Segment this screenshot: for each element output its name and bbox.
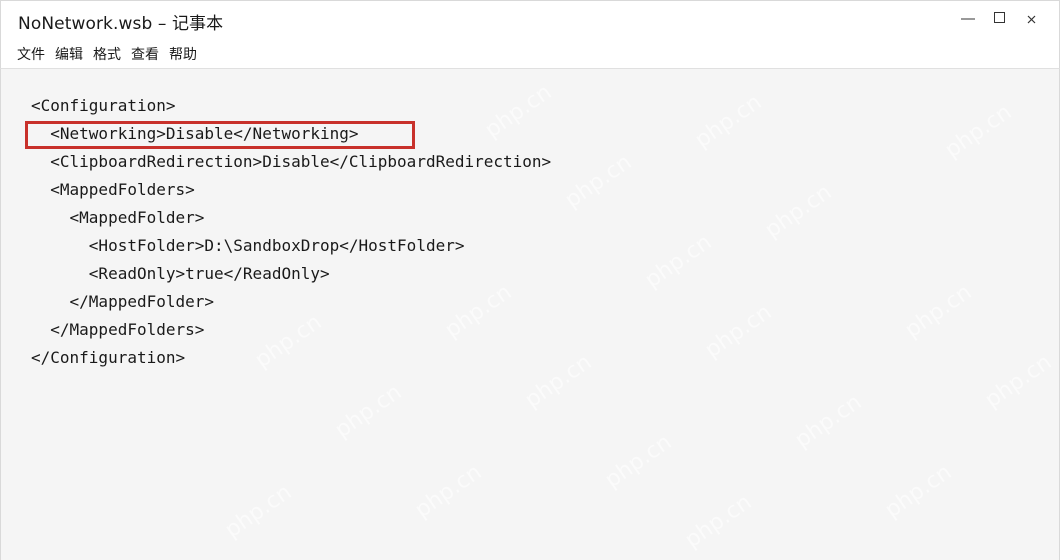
- menu-help[interactable]: 帮助: [169, 44, 197, 64]
- watermark: php.cn: [690, 89, 767, 154]
- code-line: </MappedFolder>: [31, 292, 215, 311]
- close-button[interactable]: [1023, 7, 1041, 29]
- code-line: <HostFolder>D:\SandboxDrop</HostFolder>: [31, 236, 465, 255]
- watermark: php.cn: [700, 299, 777, 364]
- watermark: php.cn: [680, 489, 757, 554]
- watermark: php.cn: [250, 309, 327, 374]
- menu-file[interactable]: 文件: [17, 44, 45, 64]
- watermark: php.cn: [410, 459, 487, 524]
- menu-bar: 文件 编辑 格式 查看 帮助: [0, 36, 1060, 69]
- watermark: php.cn: [790, 389, 867, 454]
- menu-format[interactable]: 格式: [93, 44, 121, 64]
- watermark: php.cn: [980, 349, 1057, 414]
- window-controls: [959, 7, 1041, 29]
- maximize-icon: [994, 12, 1005, 23]
- code-line: <MappedFolders>: [31, 180, 195, 199]
- close-icon: [1027, 15, 1036, 24]
- code-line: <ClipboardRedirection>Disable</Clipboard…: [31, 152, 552, 171]
- watermark: php.cn: [560, 149, 637, 214]
- watermark: php.cn: [600, 429, 677, 494]
- watermark: php.cn: [900, 279, 977, 344]
- watermark: php.cn: [330, 379, 407, 444]
- annotation-highlight-box: [25, 121, 415, 149]
- minimize-button[interactable]: [959, 7, 977, 29]
- watermark: php.cn: [480, 79, 557, 144]
- watermark: php.cn: [440, 279, 517, 344]
- watermark: php.cn: [940, 99, 1017, 164]
- code-line: </Configuration>: [31, 348, 186, 367]
- watermark: php.cn: [760, 179, 837, 244]
- watermark: php.cn: [640, 229, 717, 294]
- notepad-window: NoNetwork.wsb – 记事本 文件 编辑 格式 查看 帮助 <Conf…: [0, 0, 1060, 560]
- code-line: </MappedFolders>: [31, 320, 205, 339]
- code-line: <Configuration>: [31, 96, 176, 115]
- window-title: NoNetwork.wsb – 记事本: [18, 14, 224, 34]
- text-editor-area[interactable]: <Configuration> <Networking>Disable</Net…: [0, 69, 1060, 560]
- code-line: <ReadOnly>true</ReadOnly>: [31, 264, 330, 283]
- menu-edit[interactable]: 编辑: [55, 44, 83, 64]
- code-line: <MappedFolder>: [31, 208, 205, 227]
- minimize-icon: [961, 18, 975, 20]
- menu-view[interactable]: 查看: [131, 44, 159, 64]
- title-bar[interactable]: NoNetwork.wsb – 记事本: [0, 0, 1060, 36]
- watermark: php.cn: [220, 479, 297, 544]
- watermark: php.cn: [520, 349, 597, 414]
- watermark: php.cn: [880, 459, 957, 524]
- maximize-button[interactable]: [991, 7, 1009, 29]
